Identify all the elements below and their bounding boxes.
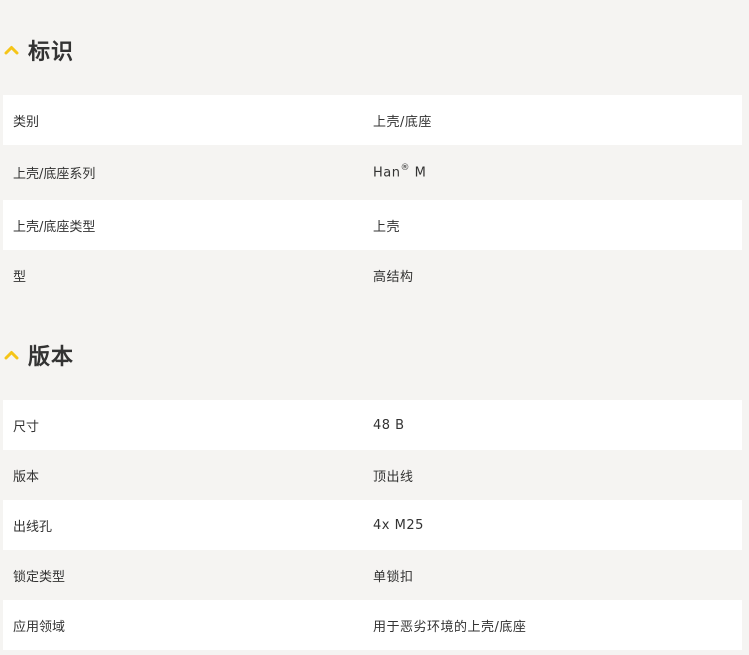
- row-value: 单锁扣: [373, 569, 414, 585]
- row-value: 用于恶劣环境的上壳/底座: [373, 619, 527, 635]
- value-text: Han: [373, 165, 401, 181]
- row-label: 上壳/底座类型: [13, 219, 96, 235]
- section-title: 标识: [28, 40, 75, 65]
- table-row: 应用领域 用于恶劣环境的上壳/底座: [3, 600, 742, 650]
- table-row: 出线孔 4x M25: [3, 500, 742, 550]
- chevron-up-icon: [4, 350, 19, 360]
- row-value: 上壳/底座: [373, 114, 432, 130]
- row-value: 高结构: [373, 269, 414, 285]
- table-row: 上壳/底座类型 上壳: [3, 200, 742, 250]
- section-title: 版本: [28, 345, 75, 370]
- row-label: 类别: [13, 114, 40, 130]
- row-label: 型: [13, 269, 27, 285]
- row-value: 顶出线: [373, 469, 414, 485]
- table-row: 版本 顶出线: [3, 450, 742, 500]
- table-row: 锁定类型 单锁扣: [3, 550, 742, 600]
- row-value: 上壳: [373, 219, 401, 235]
- table-row: 类别 上壳/底座: [3, 95, 742, 145]
- table-row: 型 高结构: [3, 250, 742, 300]
- identification-table: 类别 上壳/底座 上壳/底座系列 Han® M 上壳/底座类型 上壳 型 高结构: [3, 95, 742, 300]
- version-table: 尺寸 48 B 版本 顶出线 出线孔 4x M25 锁定类型 单锁扣 应用领域 …: [3, 400, 742, 650]
- table-row: 尺寸 48 B: [3, 400, 742, 450]
- row-value: 48 B: [373, 417, 405, 433]
- section-version: 版本: [3, 340, 742, 370]
- row-label: 尺寸: [13, 419, 40, 435]
- row-label: 锁定类型: [13, 569, 66, 585]
- section-identification: 标识: [3, 35, 742, 65]
- table-row: 上壳/底座系列 Han® M: [3, 145, 742, 200]
- row-label: 上壳/底座系列: [13, 167, 96, 182]
- row-value: 4x M25: [373, 517, 424, 533]
- row-value: Han® M: [373, 163, 742, 181]
- row-label: 版本: [13, 469, 40, 485]
- registered-mark: ®: [400, 163, 410, 174]
- chevron-up-icon: [4, 45, 19, 55]
- row-label: 应用领域: [13, 619, 66, 635]
- section-identification-toggle[interactable]: 标识: [3, 35, 742, 65]
- section-version-toggle[interactable]: 版本: [3, 340, 742, 370]
- row-label: 出线孔: [13, 519, 53, 535]
- value-suffix: M: [409, 165, 427, 181]
